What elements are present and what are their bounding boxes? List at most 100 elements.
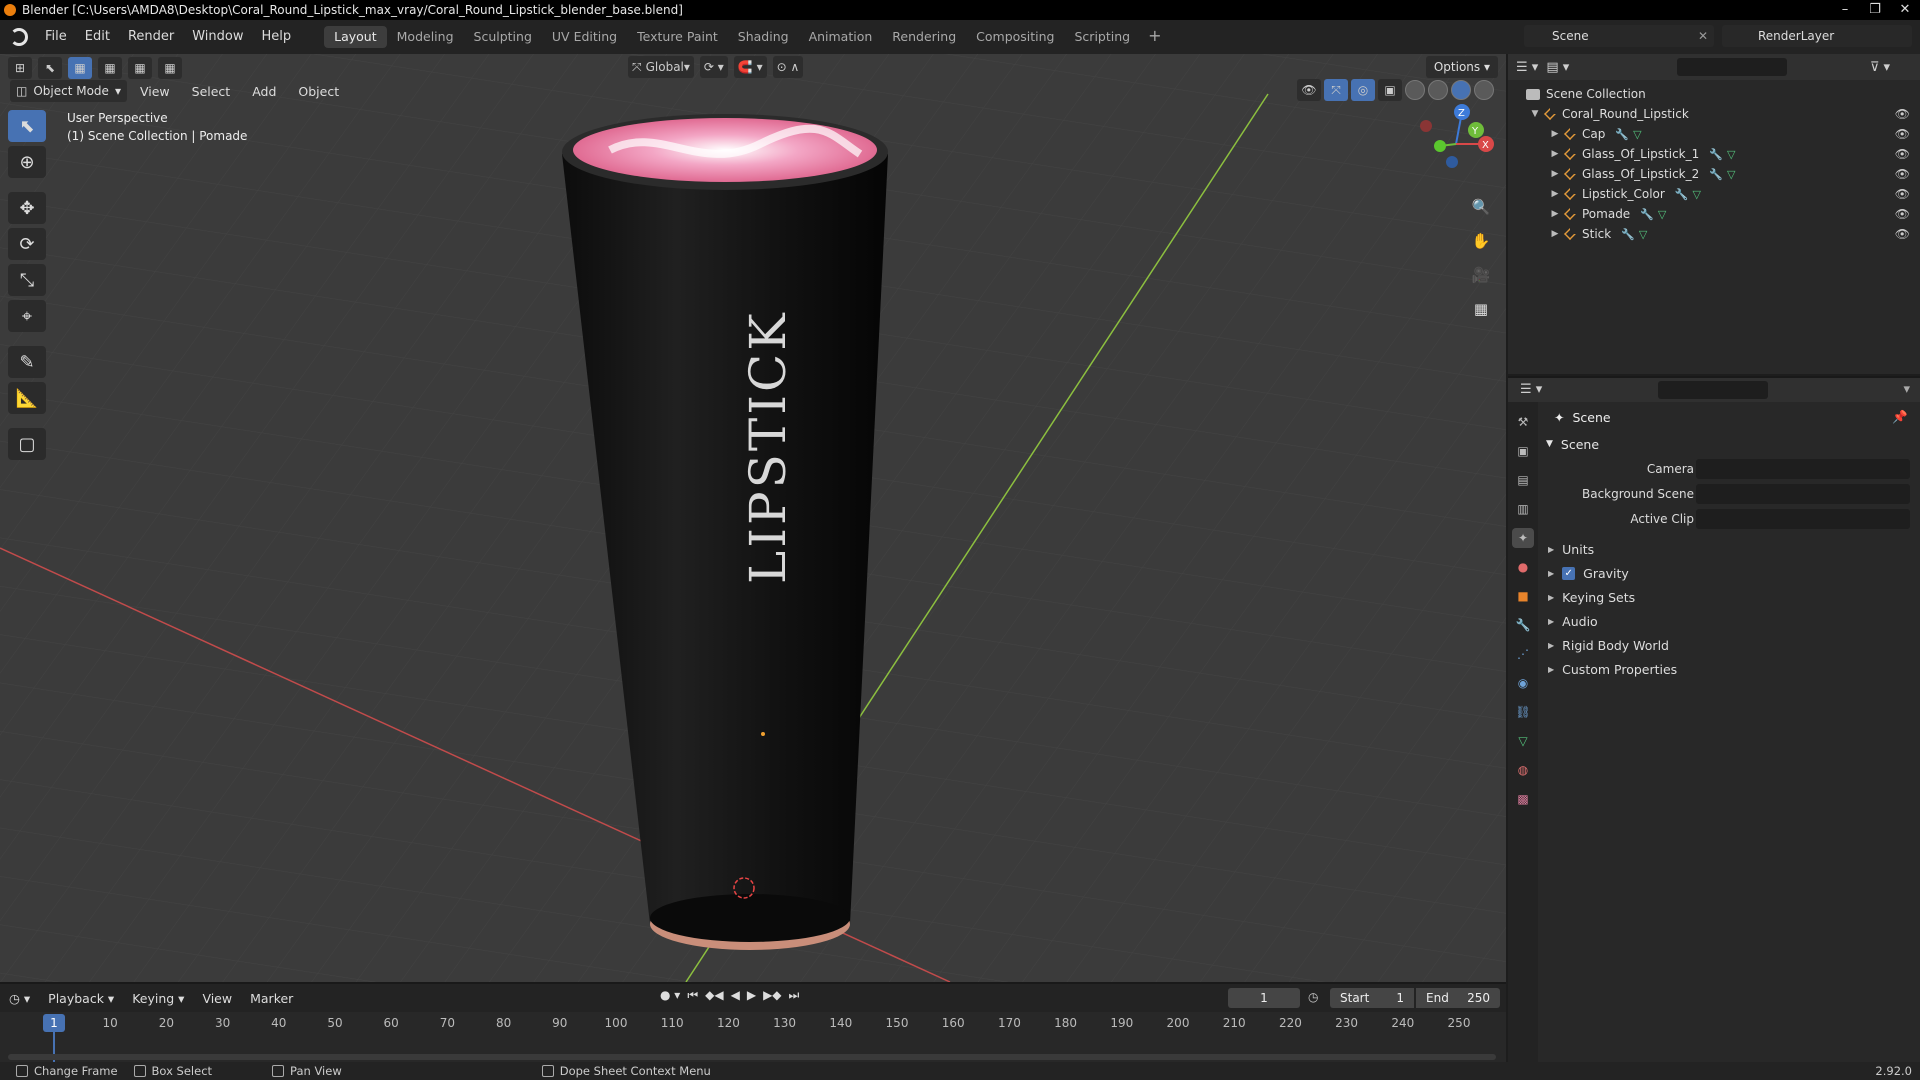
3d-viewport[interactable]: LIPSTICK ⊞ ⬉ ▦ ▦ ▦ ▦ ⤧ Global ▾ ⟳ ▾ 🧲 ▾ … — [0, 54, 1506, 982]
camera-view-icon[interactable]: 🎥 — [1466, 262, 1496, 288]
visibility-eye-icon[interactable]: 👁 — [1895, 207, 1910, 221]
play-reverse-icon[interactable]: ◀ — [731, 988, 740, 1003]
properties-panel[interactable]: ☰ ▾ ▾ ⚒ ▣ ▤ ▥ ✦ ● ■ 🔧 ⋰ ◉ ⛓ ▽ ◍ ▩ ✦ Scene 📌 ▼ Scene C… — [1508, 376, 1920, 1062]
particles-tab-icon[interactable]: ⋰ — [1512, 644, 1534, 664]
properties-search-input[interactable] — [1658, 381, 1768, 399]
tab-scripting[interactable]: Scripting — [1065, 26, 1141, 48]
gravity-subpanel[interactable]: ▶ ✓ Gravity — [1538, 561, 1920, 585]
menu-render[interactable]: Render — [119, 20, 183, 54]
gizmo-neg-y[interactable] — [1434, 140, 1446, 152]
perspective-grid-icon[interactable]: ▦ — [1466, 296, 1496, 322]
blender-logo-icon[interactable] — [10, 28, 28, 46]
menu-object[interactable]: Object — [289, 84, 348, 99]
scene-tab-icon[interactable]: ✦ — [1512, 528, 1534, 548]
active-clip-input[interactable] — [1696, 508, 1910, 529]
navigation-gizmo[interactable]: Z Y X — [1418, 94, 1498, 184]
outliner-collection-row[interactable]: ▼ Coral_Round_Lipstick 👁 — [1508, 104, 1920, 124]
outliner-panel[interactable]: ☰ ▾ ▤ ▾ ⊽ ▾ Scene Collection ▼ Coral_Rou… — [1508, 54, 1920, 374]
view-layer-selector[interactable]: RenderLayer — [1722, 25, 1912, 47]
menu-playback[interactable]: Playback ▾ — [39, 991, 123, 1006]
record-icon[interactable]: ● ▾ — [660, 988, 680, 1003]
menu-add[interactable]: Add — [243, 84, 285, 99]
timeline-editor[interactable]: ◷ ▾ Playback ▾ Keying ▾ View Marker ● ▾ … — [0, 982, 1506, 1062]
chevron-down-icon[interactable]: ▾ — [1903, 382, 1910, 397]
expand-arrow-icon[interactable]: ▶ — [1550, 209, 1560, 219]
select-box-tool-icon[interactable]: ⬉ — [8, 110, 46, 142]
pivot-icon[interactable]: ⟳ ▾ — [699, 56, 728, 78]
material-tab-icon[interactable]: ◍ — [1512, 760, 1534, 780]
add-cube-tool-icon[interactable]: ▢ — [8, 428, 46, 460]
visibility-eye-icon[interactable]: 👁 — [1895, 107, 1910, 121]
filter-icon[interactable]: ⊽ ▾ — [1870, 60, 1890, 75]
select-extend-icon[interactable]: ▦ — [98, 57, 122, 79]
outliner-editor-icon[interactable]: ☰ ▾ — [1516, 60, 1538, 75]
rigid-body-world-subpanel[interactable]: ▶ Rigid Body World — [1538, 633, 1920, 657]
menu-select[interactable]: Select — [183, 84, 240, 99]
xray-toggle-icon[interactable]: ▣ — [1378, 79, 1402, 101]
scene-close-icon[interactable]: ✕ — [1698, 29, 1708, 43]
rotate-tool-icon[interactable]: ⟳ — [8, 228, 46, 260]
gizmo-neg-x[interactable] — [1420, 120, 1432, 132]
outliner-scene-collection[interactable]: Scene Collection — [1508, 84, 1920, 104]
jump-start-icon[interactable]: ⏮ — [687, 988, 698, 1003]
expand-arrow-icon[interactable]: ▶ — [1550, 149, 1560, 159]
menu-help[interactable]: Help — [253, 20, 301, 54]
prev-keyframe-icon[interactable]: ◆◀ — [705, 988, 723, 1003]
background-scene-input[interactable] — [1696, 483, 1910, 504]
outliner-object-row[interactable]: ▶ Cap 🔧 ▽ 👁 — [1508, 124, 1920, 144]
data-tab-icon[interactable]: ▽ — [1512, 731, 1534, 751]
visibility-eye-icon[interactable]: 👁 — [1895, 187, 1910, 201]
options-button[interactable]: Options ▾ — [1425, 56, 1498, 78]
visibility-eye-icon[interactable]: 👁 — [1895, 127, 1910, 141]
menu-file[interactable]: File — [36, 20, 76, 54]
texture-tab-icon[interactable]: ▩ — [1512, 789, 1534, 809]
visibility-eye-icon[interactable]: 👁 — [1895, 147, 1910, 161]
menu-edit[interactable]: Edit — [76, 20, 119, 54]
custom-properties-subpanel[interactable]: ▶ Custom Properties — [1538, 657, 1920, 681]
gizmo-toggle-icon[interactable]: ⤧ — [1324, 79, 1348, 101]
proportional-edit-icon[interactable]: ⊙ ∧ — [772, 56, 804, 78]
select-intersect-icon[interactable]: ▦ — [158, 57, 182, 79]
snap-icon[interactable]: 🧲 ▾ — [733, 56, 767, 78]
tab-animation[interactable]: Animation — [799, 26, 883, 48]
expand-arrow-icon[interactable]: ▶ — [1550, 169, 1560, 179]
visibility-eye-icon[interactable]: 👁 — [1895, 167, 1910, 181]
scene-selector[interactable]: Scene ✕ — [1524, 25, 1714, 47]
cursor-tool-icon[interactable]: ⊕ — [8, 146, 46, 178]
tab-compositing[interactable]: Compositing — [966, 26, 1064, 48]
modifier-tab-icon[interactable]: 🔧 — [1512, 615, 1534, 635]
annotate-tool-icon[interactable]: ✎ — [8, 346, 46, 378]
output-tab-icon[interactable]: ▤ — [1512, 470, 1534, 490]
tab-rendering[interactable]: Rendering — [882, 26, 966, 48]
outliner-object-row[interactable]: ▶ Stick 🔧 ▽ 👁 — [1508, 224, 1920, 244]
physics-tab-icon[interactable]: ◉ — [1512, 673, 1534, 693]
object-mode-dropdown[interactable]: ◫ Object Mode ▾ — [10, 80, 127, 102]
menu-view[interactable]: View — [131, 84, 179, 99]
properties-editor-icon[interactable]: ☰ ▾ — [1520, 382, 1542, 397]
select-new-icon[interactable]: ▦ — [68, 57, 92, 79]
display-mode-icon[interactable]: ▤ ▾ — [1546, 60, 1569, 75]
timeline-ruler[interactable]: 1 10 20 30 40 50 60 70 80 90 100 110 120 130 140 150 16… — [0, 1012, 1506, 1062]
outliner-object-row[interactable]: ▶ Lipstick_Color 🔧 ▽ 👁 — [1508, 184, 1920, 204]
expand-arrow-icon[interactable]: ▶ — [1550, 189, 1560, 199]
measure-tool-icon[interactable]: 📐 — [8, 382, 46, 414]
start-frame-field[interactable]: Start 1 — [1330, 988, 1414, 1008]
menu-window[interactable]: Window — [183, 20, 252, 54]
expand-arrow-icon[interactable]: ▼ — [1530, 109, 1540, 119]
world-tab-icon[interactable]: ● — [1512, 557, 1534, 577]
next-keyframe-icon[interactable]: ▶◆ — [763, 988, 781, 1003]
timeline-editor-icon[interactable]: ◷ ▾ — [0, 991, 39, 1006]
tab-sculpting[interactable]: Sculpting — [464, 26, 542, 48]
render-tab-icon[interactable]: ▣ — [1512, 441, 1534, 461]
menu-keying[interactable]: Keying ▾ — [123, 991, 193, 1006]
minimize-icon[interactable]: – — [1830, 0, 1860, 20]
expand-arrow-icon[interactable]: ▶ — [1550, 229, 1560, 239]
camera-input[interactable] — [1696, 458, 1910, 479]
constraints-tab-icon[interactable]: ⛓ — [1512, 702, 1534, 722]
gravity-checkbox[interactable]: ✓ — [1562, 566, 1576, 580]
tool-tab-icon[interactable]: ⚒ — [1512, 412, 1534, 432]
tab-uv-editing[interactable]: UV Editing — [542, 26, 627, 48]
keying-sets-subpanel[interactable]: ▶ Keying Sets — [1538, 585, 1920, 609]
visibility-icon[interactable]: 👁 — [1297, 79, 1321, 101]
menu-marker[interactable]: Marker — [241, 991, 302, 1006]
